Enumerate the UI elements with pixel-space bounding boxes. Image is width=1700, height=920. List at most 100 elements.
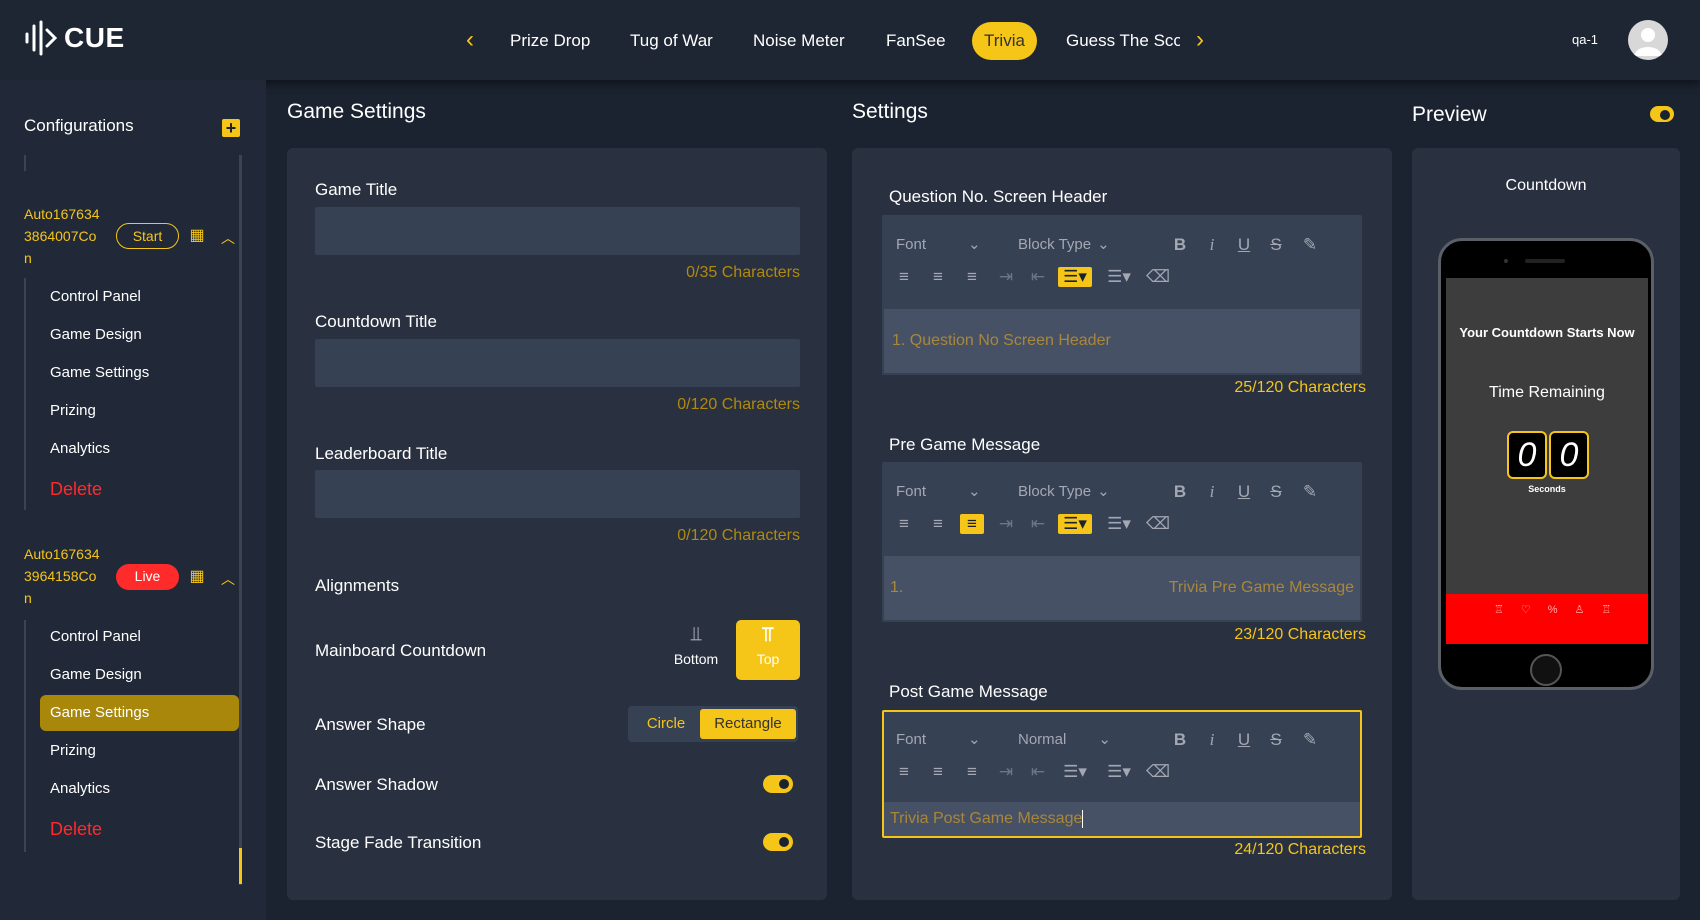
app-logo[interactable]: CUE: [24, 20, 125, 56]
sidebar-item-analytics[interactable]: Analytics: [50, 431, 110, 467]
pre-game-message-text: Trivia Pre Game Message: [1168, 579, 1354, 596]
font-dropdown[interactable]: Font ⌄: [896, 730, 981, 748]
config-name[interactable]: Auto167634 3964158Co n: [24, 543, 114, 609]
indent-icon[interactable]: ⇥: [994, 267, 1018, 287]
underline-icon[interactable]: U: [1232, 235, 1256, 255]
start-button[interactable]: Start: [116, 223, 179, 249]
underline-icon[interactable]: U: [1232, 730, 1256, 750]
indent-icon[interactable]: ⇥: [994, 514, 1018, 534]
strikethrough-icon[interactable]: S: [1264, 235, 1288, 255]
preview-toggle[interactable]: [1650, 106, 1674, 122]
align-center-icon[interactable]: ≡: [926, 762, 950, 782]
highlight-icon[interactable]: ✎: [1298, 482, 1322, 502]
align-right-icon[interactable]: ≡: [960, 514, 984, 534]
align-left-icon[interactable]: ≡: [892, 762, 916, 782]
avatar[interactable]: [1628, 20, 1668, 60]
bold-icon[interactable]: B: [1168, 730, 1192, 750]
ordered-list-icon[interactable]: ☰▾: [1058, 267, 1092, 287]
live-badge[interactable]: Live: [116, 564, 179, 590]
sidebar-item-prizing[interactable]: Prizing: [50, 393, 96, 429]
font-dropdown[interactable]: Font ⌄: [896, 235, 981, 253]
add-configuration-icon[interactable]: +: [222, 119, 240, 137]
settings-title: Settings: [852, 100, 928, 123]
bold-icon[interactable]: B: [1168, 235, 1192, 255]
align-left-icon[interactable]: ≡: [892, 514, 916, 534]
question-header-text-area[interactable]: 1. Question No Screen Header: [884, 309, 1360, 373]
chevron-up-icon[interactable]: ︿: [221, 228, 235, 248]
shape-rectangle-option[interactable]: Rectangle: [700, 709, 796, 739]
bullet-list-icon[interactable]: ☰▾: [1102, 267, 1136, 287]
eraser-icon[interactable]: ⌫: [1146, 267, 1170, 287]
align-center-icon[interactable]: ≡: [926, 267, 950, 287]
countdown-title-input[interactable]: [315, 339, 800, 387]
shape-circle-option[interactable]: Circle: [632, 710, 700, 738]
outdent-icon[interactable]: ⇤: [1026, 267, 1050, 287]
delete-button[interactable]: Delete: [50, 471, 102, 507]
block-type-dropdown[interactable]: Block Type ⌄: [1018, 235, 1110, 253]
tab-prize-drop[interactable]: Prize Drop: [510, 22, 590, 60]
chevron-down-icon: ⌄: [968, 731, 981, 748]
italic-icon[interactable]: i: [1200, 482, 1224, 502]
sidebar-scrollbar[interactable]: [239, 155, 242, 885]
nav-prev-icon[interactable]: ‹: [466, 26, 474, 54]
tab-guess-the-score[interactable]: Guess The Sco: [1066, 22, 1180, 60]
sidebar-item-game-design[interactable]: Game Design: [50, 317, 142, 353]
underline-icon[interactable]: U: [1232, 482, 1256, 502]
block-type-dropdown[interactable]: Normal ⌄: [1018, 730, 1111, 748]
highlight-icon[interactable]: ✎: [1298, 730, 1322, 750]
font-dropdown[interactable]: Font ⌄: [896, 482, 981, 500]
ordered-list-icon[interactable]: ☰▾: [1058, 762, 1092, 782]
align-right-icon[interactable]: ≡: [960, 762, 984, 782]
sidebar-item-game-settings-selected[interactable]: Game Settings: [40, 695, 239, 731]
align-right-icon[interactable]: ≡: [960, 267, 984, 287]
tab-fansee[interactable]: FanSee: [886, 22, 946, 60]
align-bottom-button[interactable]: ⫫ Bottom: [668, 620, 724, 680]
game-title-input[interactable]: [315, 207, 800, 255]
chevron-up-icon[interactable]: ︿: [221, 569, 235, 589]
sidebar-item-game-settings[interactable]: Game Settings: [50, 355, 149, 391]
align-left-icon[interactable]: ≡: [892, 267, 916, 287]
tab-tug-of-war[interactable]: Tug of War: [630, 22, 713, 60]
config-name[interactable]: Auto167634 3864007Co n: [24, 203, 114, 269]
indent-icon[interactable]: ⇥: [994, 762, 1018, 782]
bullet-list-icon[interactable]: ☰▾: [1102, 514, 1136, 534]
bold-icon[interactable]: B: [1168, 482, 1192, 502]
user-name: qa-1: [1572, 32, 1599, 47]
leaderboard-title-input[interactable]: [315, 470, 800, 518]
sidebar-item-control-panel[interactable]: Control Panel: [50, 619, 141, 655]
answer-shadow-toggle[interactable]: [763, 775, 793, 793]
align-top-button[interactable]: ⫪ Top: [736, 620, 800, 680]
ordered-list-icon[interactable]: ☰▾: [1058, 514, 1092, 534]
align-center-icon[interactable]: ≡: [926, 514, 950, 534]
italic-icon[interactable]: i: [1200, 235, 1224, 255]
tab-noise-meter[interactable]: Noise Meter: [753, 22, 845, 60]
qr-code-icon[interactable]: ▦: [187, 226, 207, 246]
game-title-char-count: 0/35 Characters: [686, 264, 800, 281]
outdent-icon[interactable]: ⇤: [1026, 514, 1050, 534]
italic-icon[interactable]: i: [1200, 730, 1224, 750]
nav-next-icon[interactable]: ›: [1196, 26, 1204, 54]
question-header-label: Question No. Screen Header: [889, 187, 1108, 206]
pre-game-message-text-area[interactable]: 1. Trivia Pre Game Message: [884, 556, 1360, 620]
post-game-message-text-area[interactable]: Trivia Post Game Message: [884, 802, 1360, 836]
sidebar-scrollbar-thumb[interactable]: [239, 848, 242, 884]
qr-code-icon[interactable]: ▦: [187, 567, 207, 587]
strikethrough-icon[interactable]: S: [1264, 482, 1288, 502]
stage-fade-toggle[interactable]: [763, 833, 793, 851]
eraser-icon[interactable]: ⌫: [1146, 762, 1170, 782]
block-type-dropdown[interactable]: Block Type ⌄: [1018, 482, 1110, 500]
highlight-icon[interactable]: ✎: [1298, 235, 1322, 255]
eraser-icon[interactable]: ⌫: [1146, 514, 1170, 534]
strikethrough-icon[interactable]: S: [1264, 730, 1288, 750]
tab-trivia[interactable]: Trivia: [972, 22, 1037, 60]
delete-button[interactable]: Delete: [50, 811, 102, 847]
pre-game-message-editor: Font ⌄ Block Type ⌄ B i U S ✎ ≡ ≡ ≡ ⇥ ⇤ ☰▾…: [882, 462, 1362, 622]
chevron-down-icon: ⌄: [968, 483, 981, 500]
list-number: 1.: [890, 579, 904, 596]
sidebar-item-analytics[interactable]: Analytics: [50, 771, 110, 807]
sidebar-item-control-panel[interactable]: Control Panel: [50, 279, 141, 315]
outdent-icon[interactable]: ⇤: [1026, 762, 1050, 782]
sidebar-item-game-design[interactable]: Game Design: [50, 657, 142, 693]
bullet-list-icon[interactable]: ☰▾: [1102, 762, 1136, 782]
sidebar-item-prizing[interactable]: Prizing: [50, 733, 96, 769]
